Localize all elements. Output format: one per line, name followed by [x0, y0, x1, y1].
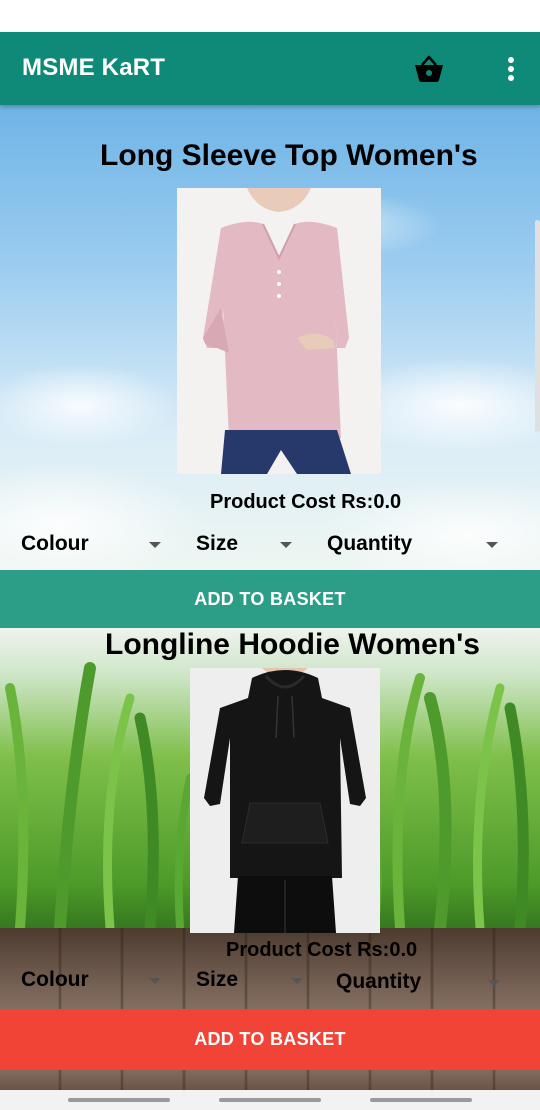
app-title: MSME KaRT [22, 54, 166, 81]
size-spinner[interactable]: Size [196, 968, 238, 992]
app-bar: MSME KaRT [0, 32, 540, 105]
product-title: Long Sleeve Top Women's [100, 139, 478, 172]
basket-icon[interactable] [412, 54, 446, 84]
nav-button-left[interactable] [68, 1098, 170, 1102]
quantity-spinner[interactable]: Quantity [327, 532, 412, 556]
colour-spinner[interactable]: Colour [21, 968, 89, 992]
colour-dropdown-icon[interactable] [149, 542, 161, 548]
size-dropdown-icon[interactable] [280, 542, 292, 548]
nav-button-right[interactable] [370, 1098, 472, 1102]
product-card-1-background: Long Sleeve Top Women's Product Cost Rs:… [0, 105, 540, 570]
add-to-basket-button[interactable]: ADD TO BASKET [0, 1009, 540, 1070]
product-image-long-sleeve-top[interactable] [177, 188, 381, 474]
overflow-menu-icon[interactable] [498, 54, 524, 84]
product-image-longline-hoodie[interactable] [190, 668, 380, 933]
nav-button-home[interactable] [219, 1098, 321, 1102]
colour-dropdown-icon[interactable] [149, 978, 161, 984]
colour-spinner[interactable]: Colour [21, 532, 89, 556]
quantity-spinner[interactable]: Quantity [336, 970, 421, 994]
scroll-handle[interactable] [535, 220, 540, 432]
quantity-dropdown-icon[interactable] [486, 542, 498, 548]
product-title: Longline Hoodie Women's [105, 628, 480, 661]
quantity-dropdown-icon[interactable] [488, 980, 500, 986]
add-to-basket-button[interactable]: ADD TO BASKET [0, 570, 540, 628]
product-cost: Product Cost Rs:0.0 [210, 491, 402, 513]
product-cost: Product Cost Rs:0.0 [226, 939, 418, 961]
size-dropdown-icon[interactable] [291, 978, 303, 984]
size-spinner[interactable]: Size [196, 532, 238, 556]
status-bar [0, 0, 540, 32]
